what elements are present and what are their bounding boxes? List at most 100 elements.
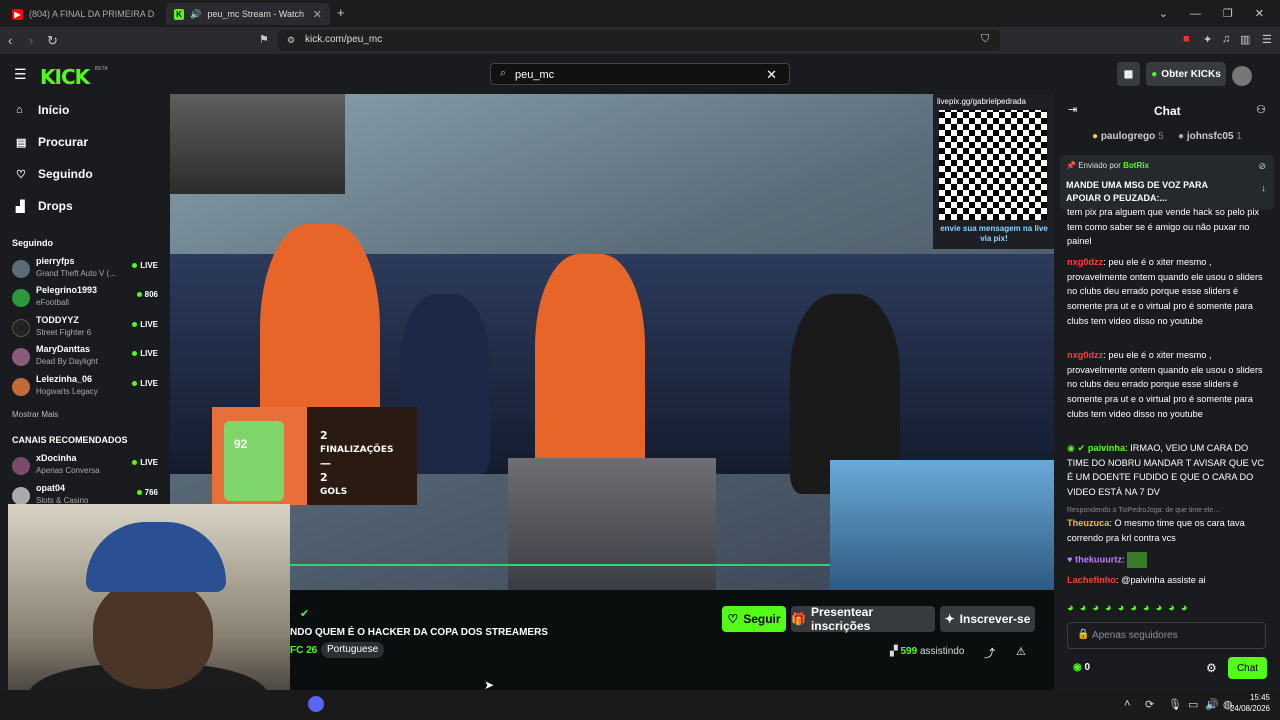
search-input[interactable]: ⌕ peu_mc ✕ [490,63,790,85]
sidebar-item-label: Drops [38,199,73,213]
live-badge: LIVE [132,261,158,270]
channel-name: opat04 [36,483,66,493]
streamer-cam-3 [830,460,1054,590]
hide-pin-icon[interactable]: ⊘ [1258,161,1266,172]
puzzle-icon[interactable]: ✦ [1203,33,1212,46]
expand-pin-icon[interactable]: ↓ [1261,183,1266,194]
brave-shield-icon[interactable]: ⛉ [981,33,989,46]
tray-chevron-icon[interactable]: ˄ [1124,698,1130,710]
heart-icon: ♡ [16,168,26,181]
speaker-icon: 🔊 [190,8,202,19]
lock-icon: 🔒 [1077,629,1090,640]
url-text[interactable]: kick.com/peu_mc [305,34,382,45]
store-icon[interactable]: ▦ [1117,62,1140,86]
emote-icon[interactable]: ◕◕◕◕◕◕◕◕◕◕ [1067,602,1193,614]
gift-label: Presentear inscrições [810,605,873,633]
sidebar-channel[interactable]: pierryfps Grand Theft Auto V (... LIVE [12,254,162,282]
reload-icon[interactable]: ↻ [47,33,58,49]
report-icon[interactable]: ⚠ [1016,645,1026,658]
pinned-by: 📌 Enviado por BotRix [1066,161,1149,170]
show-more-link[interactable]: Mostrar Mais [12,410,58,419]
heart-icon: ♡ [727,612,739,626]
music-icon[interactable]: ♫ [1222,33,1230,45]
send-chat-button[interactable]: Chat [1228,657,1267,679]
sidebar-channel[interactable]: TODDYYZ Street Fighter 6 LIVE [12,313,162,341]
message-user[interactable]: thekuuurtz [1075,554,1122,564]
pinned-message[interactable]: 📌 Enviado por BotRix MANDE UMA MSG DE VO… [1060,155,1274,210]
sidebar-channel[interactable]: Lelezinha_06 Hogwarts Legacy LIVE [12,372,162,400]
sidebar-channel[interactable]: MaryDanttas Dead By Daylight LIVE [12,342,162,370]
microphone-icon[interactable]: 🎙 [1168,698,1182,711]
back-icon[interactable]: ‹ [8,33,12,48]
hamburger-icon[interactable]: ☰ [14,66,27,83]
stat-text: 2 FINALIZAÇÕES — 2 GOLS [320,429,393,499]
chevron-down-icon[interactable]: ⌄ [1159,7,1168,20]
close-tab-icon[interactable]: ✕ [313,8,322,21]
users-icon[interactable]: ⚇ [1256,103,1266,116]
stream-category[interactable]: FC 26 [290,645,317,656]
address-bar[interactable] [278,30,1000,51]
subscribe-button[interactable]: ✦ Inscrever-se [940,606,1035,632]
pinned-user: BotRix [1123,161,1149,170]
kicks-count: 0 [1084,662,1091,673]
tab-kick[interactable]: K 🔊 peu_mc Stream - Watch Live ✕ [166,3,330,25]
sidebar-item-home[interactable]: ⌂ Início [16,103,69,117]
menu-icon[interactable]: ☰ [1262,33,1272,46]
chat-message: ◉ ✔ paivinha: IRMAO, VEIO UM CARA DO TIM… [1067,443,1265,498]
kick-header: ☰ KICK BETA ⌕ peu_mc ✕ ▦ ● Obter KICKs [0,54,1280,94]
stat-line: GOLS [320,487,348,497]
message-user[interactable]: paivinha [1088,443,1125,453]
clear-search-icon[interactable]: ✕ [766,67,777,83]
sidebar-channel[interactable]: xDocinha Apenas Conversa LIVE [12,451,162,479]
video-player[interactable]: livepix.gg/gabrielpedrada envie sua mens… [170,94,1054,590]
minimize-icon[interactable]: — [1190,8,1201,20]
player-rating: 92 [234,437,248,451]
message-user[interactable]: nxg0dzz [1067,350,1103,360]
bookmark-icon[interactable]: ⚑ [259,33,269,46]
channel-game: Street Fighter 6 [36,328,92,337]
kick-logo[interactable]: KICK [40,65,90,89]
extension-icon[interactable]: ■ [1183,33,1190,45]
pinned-text: MANDE UMA MSG DE VOZ PARA APOIAR O PEUZA… [1066,180,1208,203]
top-gifter[interactable]: ● paulogrego 5 [1092,131,1164,142]
channel-avatar [12,487,30,505]
message-user[interactable]: nxg0dzz [1067,257,1103,267]
message-user[interactable]: Theuzuca [1067,518,1109,528]
window-controls: ⌄ — ❐ ✕ [1159,0,1280,27]
livepix-qr-panel: livepix.gg/gabrielpedrada envie sua mens… [933,94,1054,249]
discord-icon[interactable] [308,696,324,712]
follow-button[interactable]: ♡ Seguir [722,606,786,632]
monitor-icon[interactable]: ▭ [1188,698,1198,711]
site-info-icon[interactable]: ⚙ [287,35,295,46]
chat-input[interactable]: 🔒 Apenas seguidores [1067,622,1266,649]
stat-line: — [320,457,331,470]
user-avatar[interactable] [1232,66,1252,86]
volume-icon[interactable]: 🔊 [1205,698,1219,711]
emote-bar[interactable]: ◕◕◕◕◕◕◕◕◕◕ [1067,602,1193,614]
forward-icon[interactable]: › [29,33,33,48]
top-gifter[interactable]: ● johnsfc05 1 [1178,131,1242,142]
sidebar-item-browse[interactable]: ▤ Procurar [16,135,88,149]
restore-icon[interactable]: ❐ [1223,7,1233,20]
get-kicks-button[interactable]: ● Obter KICKs [1146,62,1226,86]
close-window-icon[interactable]: ✕ [1255,7,1264,20]
share-icon[interactable]: ⤴ [984,645,995,661]
sidebar-channel[interactable]: Pelegrino1993 eFootball 806 [12,283,162,311]
gift-subs-button[interactable]: 🎁 Presentear inscrições [791,605,935,633]
channel-avatar [12,289,30,307]
chat-settings-icon[interactable]: ⚙ [1206,661,1217,675]
collapse-chat-icon[interactable]: ⇥ [1068,103,1077,116]
chat-message: tem pix pra alguem que vende hack so pel… [1067,205,1267,249]
sidebar-item-drops[interactable]: ▟ Drops [16,199,73,213]
tray-app-icon[interactable]: ⟳ [1145,698,1154,711]
taskbar-clock[interactable]: 15:45 24/08/2026 [1230,692,1270,714]
kicks-balance[interactable]: ◉ 0 [1073,662,1090,673]
tab-youtube[interactable]: ▶ (804) A FINAL DA PRIMEIRA DIVISÃO [4,3,164,25]
sidebar-icon[interactable]: ▥ [1240,33,1250,46]
new-tab-button[interactable]: + [337,5,345,20]
language-tag[interactable]: Portuguese [321,642,385,658]
message-user[interactable]: Lachefinho [1067,575,1116,585]
chat-message: Lachefinho: @paivinha assiste ai [1067,575,1206,585]
sidebar-item-following[interactable]: ♡ Seguindo [16,167,93,181]
channel-name: TODDYYZ [36,315,79,325]
